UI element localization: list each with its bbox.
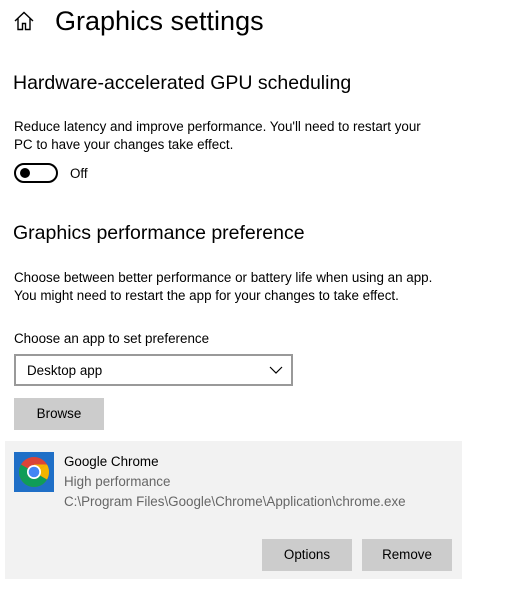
home-icon[interactable] [13,10,35,32]
gpu-scheduling-description-line2: PC to have your changes take effect. [14,137,234,152]
graphics-settings-page: Graphics settings Hardware-accelerated G… [0,0,515,590]
chrome-icon [14,452,54,492]
toggle-state-label: Off [70,166,88,181]
dropdown-selected-value: Desktop app [27,363,103,378]
app-list-item[interactable]: Google Chrome High performance C:\Progra… [5,441,462,579]
options-button[interactable]: Options [262,539,352,571]
page-header: Graphics settings [0,0,515,44]
chevron-down-icon [269,366,283,374]
browse-button[interactable]: Browse [14,398,104,430]
app-type-dropdown[interactable]: Desktop app [14,354,293,386]
remove-button[interactable]: Remove [362,539,452,571]
app-path: C:\Program Files\Google\Chrome\Applicati… [64,494,406,509]
app-preference: High performance [64,474,171,489]
app-name: Google Chrome [64,454,159,469]
performance-preference-heading: Graphics performance preference [13,222,305,244]
gpu-scheduling-description-line1: Reduce latency and improve performance. … [14,119,421,134]
choose-app-label: Choose an app to set preference [14,331,210,346]
page-title: Graphics settings [55,6,264,36]
performance-preference-description-line2: You might need to restart the app for yo… [14,288,399,303]
toggle-knob [20,168,30,178]
performance-preference-description-line1: Choose between better performance or bat… [14,270,433,285]
gpu-scheduling-toggle[interactable] [14,163,58,183]
gpu-scheduling-heading: Hardware-accelerated GPU scheduling [13,72,352,94]
